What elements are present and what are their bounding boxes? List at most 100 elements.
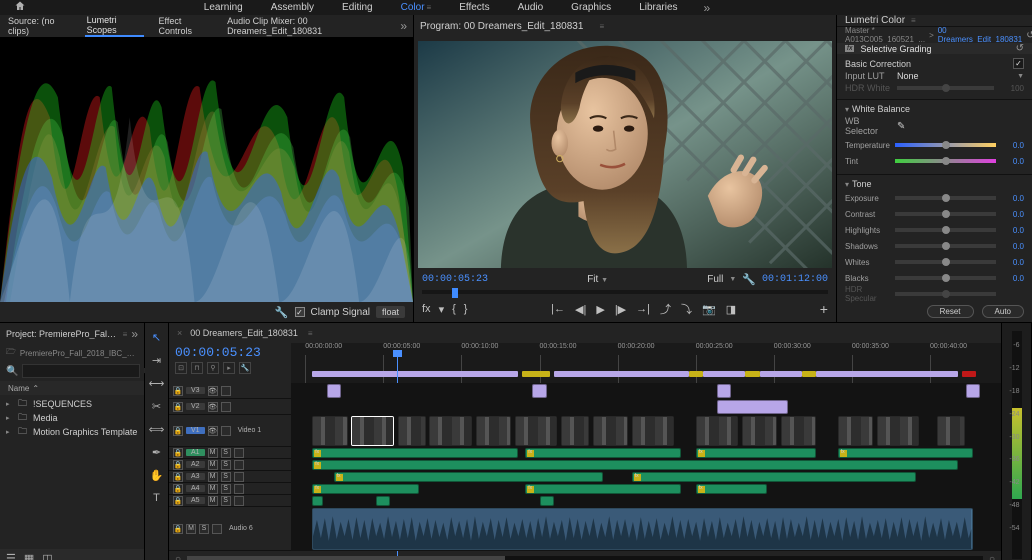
basic-correction-header[interactable]: Basic Correction (845, 58, 1024, 69)
auto-button[interactable]: Auto (982, 305, 1024, 318)
clip[interactable] (937, 416, 965, 446)
shadows-slider[interactable] (895, 244, 996, 248)
in-bracket-icon[interactable]: { (452, 303, 456, 316)
clip[interactable] (742, 416, 778, 446)
wrench-icon[interactable]: 🔧 (275, 306, 289, 319)
clip-audio[interactable] (312, 484, 419, 494)
temperature-slider[interactable] (895, 143, 996, 147)
highlights-slider[interactable] (895, 228, 996, 232)
float-button[interactable]: float (376, 306, 405, 318)
overflow-icon[interactable]: » (704, 1, 711, 15)
clip-audio[interactable] (312, 496, 323, 506)
exposure-value[interactable]: 0.0 (1000, 194, 1024, 203)
contrast-value[interactable]: 0.0 (1000, 210, 1024, 219)
program-monitor[interactable] (418, 41, 832, 268)
icon-view-icon[interactable]: ▦ (24, 552, 34, 560)
timeline-tracks-area[interactable] (291, 383, 1001, 551)
clip[interactable] (476, 416, 512, 446)
export-frame-icon[interactable]: 📷 (702, 303, 716, 316)
meter-bar[interactable]: -6 -12 -18 -24 -30 -36 -42 -48 -54 (1012, 331, 1022, 559)
clip[interactable] (717, 384, 731, 398)
clip[interactable] (696, 416, 739, 446)
tab-lumetri-scopes[interactable]: Lumetri Scopes (85, 15, 145, 37)
contrast-slider[interactable] (895, 212, 996, 216)
fit-dropdown[interactable]: Fit (587, 274, 598, 285)
tint-value[interactable]: 0.0 (1000, 157, 1024, 166)
program-current-tc[interactable]: 00:00:05:23 (422, 274, 488, 285)
clip[interactable] (966, 384, 980, 398)
marker-icon[interactable]: ▾ (439, 303, 445, 316)
home-button[interactable] (0, 0, 40, 15)
zoom-out-icon[interactable]: ○ (175, 554, 181, 560)
clip[interactable] (593, 416, 629, 446)
panel-menu-icon[interactable]: ≡ (599, 22, 604, 31)
sequence-tab[interactable]: 00 Dreamers_Edit_180831 (190, 328, 298, 338)
track-select-tool[interactable]: ⇥ (149, 352, 165, 368)
workspace-learning[interactable]: Learning (202, 2, 245, 13)
clip[interactable] (327, 384, 341, 398)
clip[interactable] (877, 416, 920, 446)
workspace-editing[interactable]: Editing (340, 2, 375, 13)
clip-audio[interactable] (525, 448, 681, 458)
project-tab[interactable]: Project: PremierePro_Fall_2018_IBC_EP (6, 329, 117, 339)
freeform-view-icon[interactable]: ◫ (42, 552, 52, 560)
tint-slider[interactable] (895, 159, 996, 163)
whites-slider[interactable] (895, 260, 996, 264)
whites-value[interactable]: 0.0 (1000, 258, 1024, 267)
zoom-in-icon[interactable]: ○ (989, 554, 995, 560)
workspace-effects[interactable]: Effects (457, 2, 491, 13)
tabs-overflow-icon[interactable]: » (400, 19, 407, 33)
step-back-icon[interactable]: ◀| (575, 303, 586, 316)
track-header-v3[interactable]: 🔒V3👁 (169, 383, 291, 399)
tone-header[interactable]: ▾Tone (845, 179, 1024, 189)
shadows-value[interactable]: 0.0 (1000, 242, 1024, 251)
clip-audio[interactable] (632, 472, 916, 482)
overflow-icon[interactable]: » (131, 327, 138, 341)
workspace-audio[interactable]: Audio (516, 2, 546, 13)
clip[interactable] (781, 416, 817, 446)
clip[interactable] (312, 416, 348, 446)
clip[interactable] (515, 416, 558, 446)
panel-menu-icon[interactable]: ≡ (911, 16, 916, 25)
clip[interactable] (838, 416, 874, 446)
white-balance-header[interactable]: ▾White Balance (845, 104, 1024, 114)
timeline-current-tc[interactable]: 00:00:05:23 (175, 345, 285, 360)
temperature-value[interactable]: 0.0 (1000, 141, 1024, 150)
clip-audio[interactable] (696, 448, 817, 458)
pen-tool[interactable]: ✒ (149, 444, 165, 460)
ripple-edit-tool[interactable]: ⟷ (149, 375, 165, 391)
project-search-input[interactable] (22, 364, 140, 378)
folder-sequences[interactable]: ▸🗀!SEQUENCES (0, 397, 144, 411)
input-lut-dropdown[interactable]: None (897, 71, 1011, 81)
work-area-bar[interactable] (291, 371, 1001, 379)
settings-icon[interactable]: 🔧 (742, 273, 756, 286)
folder-motion-graphics[interactable]: ▸🗀Motion Graphics Template (0, 425, 144, 439)
track-header-a2[interactable]: 🔒A2MS (169, 459, 291, 471)
workspace-graphics[interactable]: Graphics (569, 2, 613, 13)
step-forward-icon[interactable]: |▶ (615, 303, 626, 316)
workspace-assembly[interactable]: Assembly (269, 2, 316, 13)
fx-icon[interactable]: fx (422, 303, 431, 316)
tab-source[interactable]: Source: (no clips) (6, 16, 73, 36)
goto-in-icon[interactable]: |← (551, 303, 565, 315)
type-tool[interactable]: T (149, 490, 165, 506)
list-header[interactable]: Name⌃ (0, 381, 144, 395)
clip-audio[interactable] (838, 448, 973, 458)
timeline-close-icon[interactable]: × (177, 328, 182, 338)
clip-selected[interactable] (351, 416, 394, 446)
marker-span-icon[interactable]: ▸ (223, 362, 235, 374)
clip[interactable] (532, 384, 546, 398)
program-mini-timeline[interactable] (422, 290, 828, 296)
clip[interactable] (561, 416, 589, 446)
time-ruler[interactable]: 00:00:00:00 00:00:05:00 00:00:10:00 00:0… (291, 343, 1001, 357)
master-clip-label[interactable]: Master * A013C005_160521_... (845, 26, 925, 44)
mini-playhead[interactable] (452, 288, 458, 298)
play-icon[interactable]: ▶ (596, 303, 604, 316)
panel-menu-icon[interactable]: ≡ (308, 329, 313, 338)
clip-audio[interactable] (376, 496, 390, 506)
clip-audio[interactable] (540, 496, 554, 506)
fx-reset-icon[interactable]: ↺ (1016, 43, 1024, 54)
button-editor-icon[interactable]: + (820, 301, 828, 317)
resolution-dropdown[interactable]: Full (707, 274, 723, 285)
track-header-v2[interactable]: 🔒V2👁 (169, 399, 291, 415)
